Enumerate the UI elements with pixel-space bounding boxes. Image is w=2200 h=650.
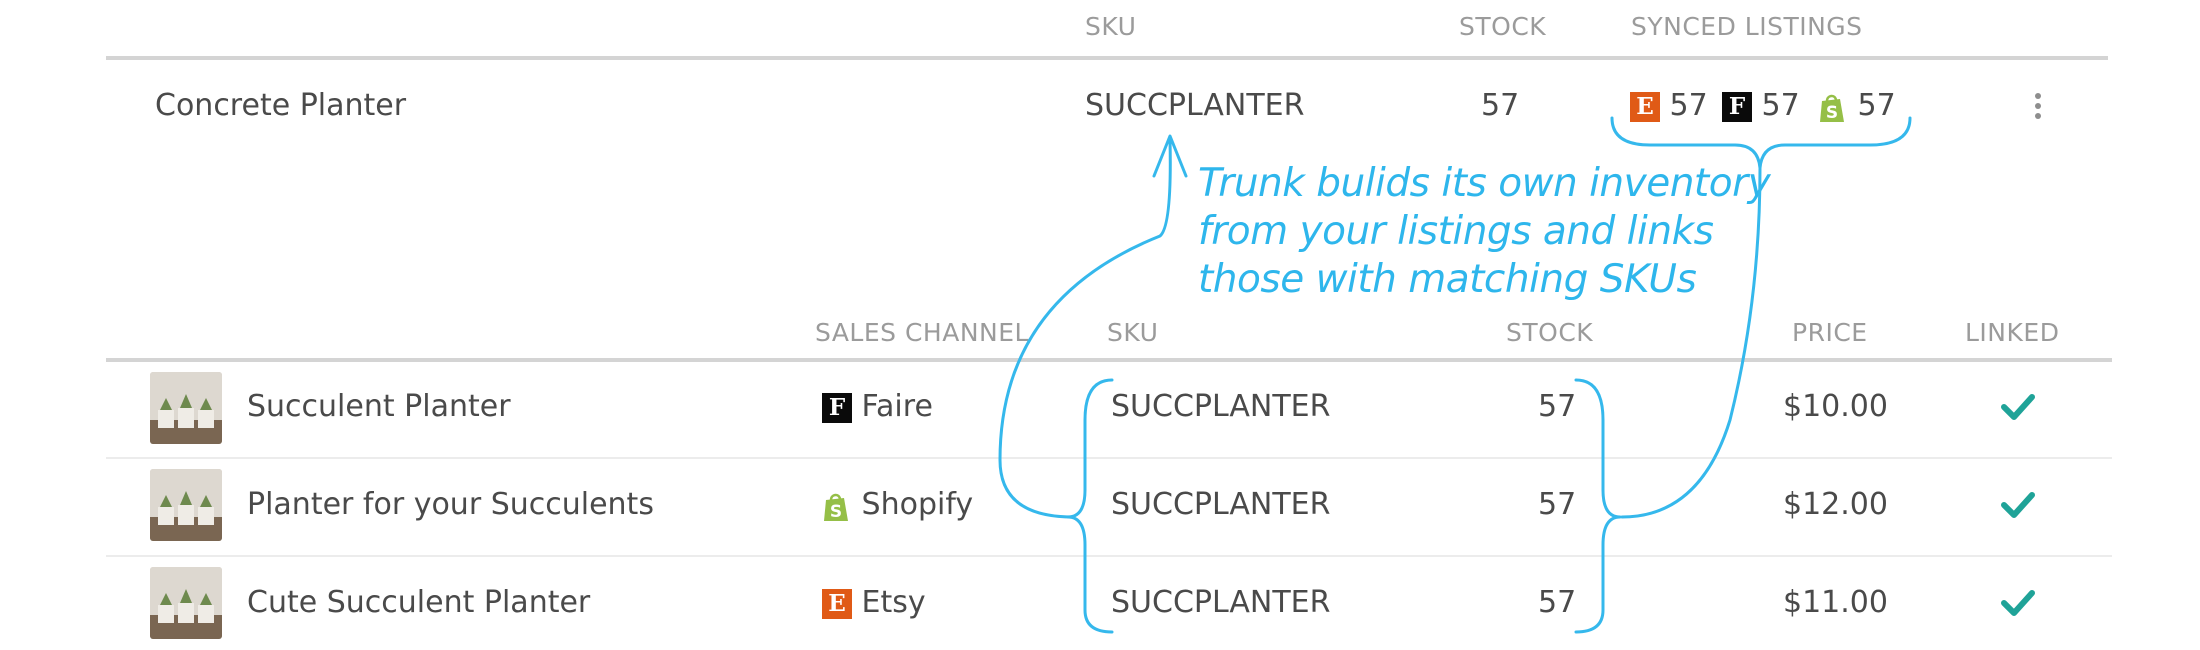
sku-column-brace bbox=[1066, 378, 1114, 634]
annotation-overlay bbox=[998, 116, 1912, 634]
synced-listings-brace bbox=[1610, 116, 1912, 170]
stock-link-line bbox=[1620, 166, 1762, 519]
stock-column-brace bbox=[1574, 378, 1622, 634]
